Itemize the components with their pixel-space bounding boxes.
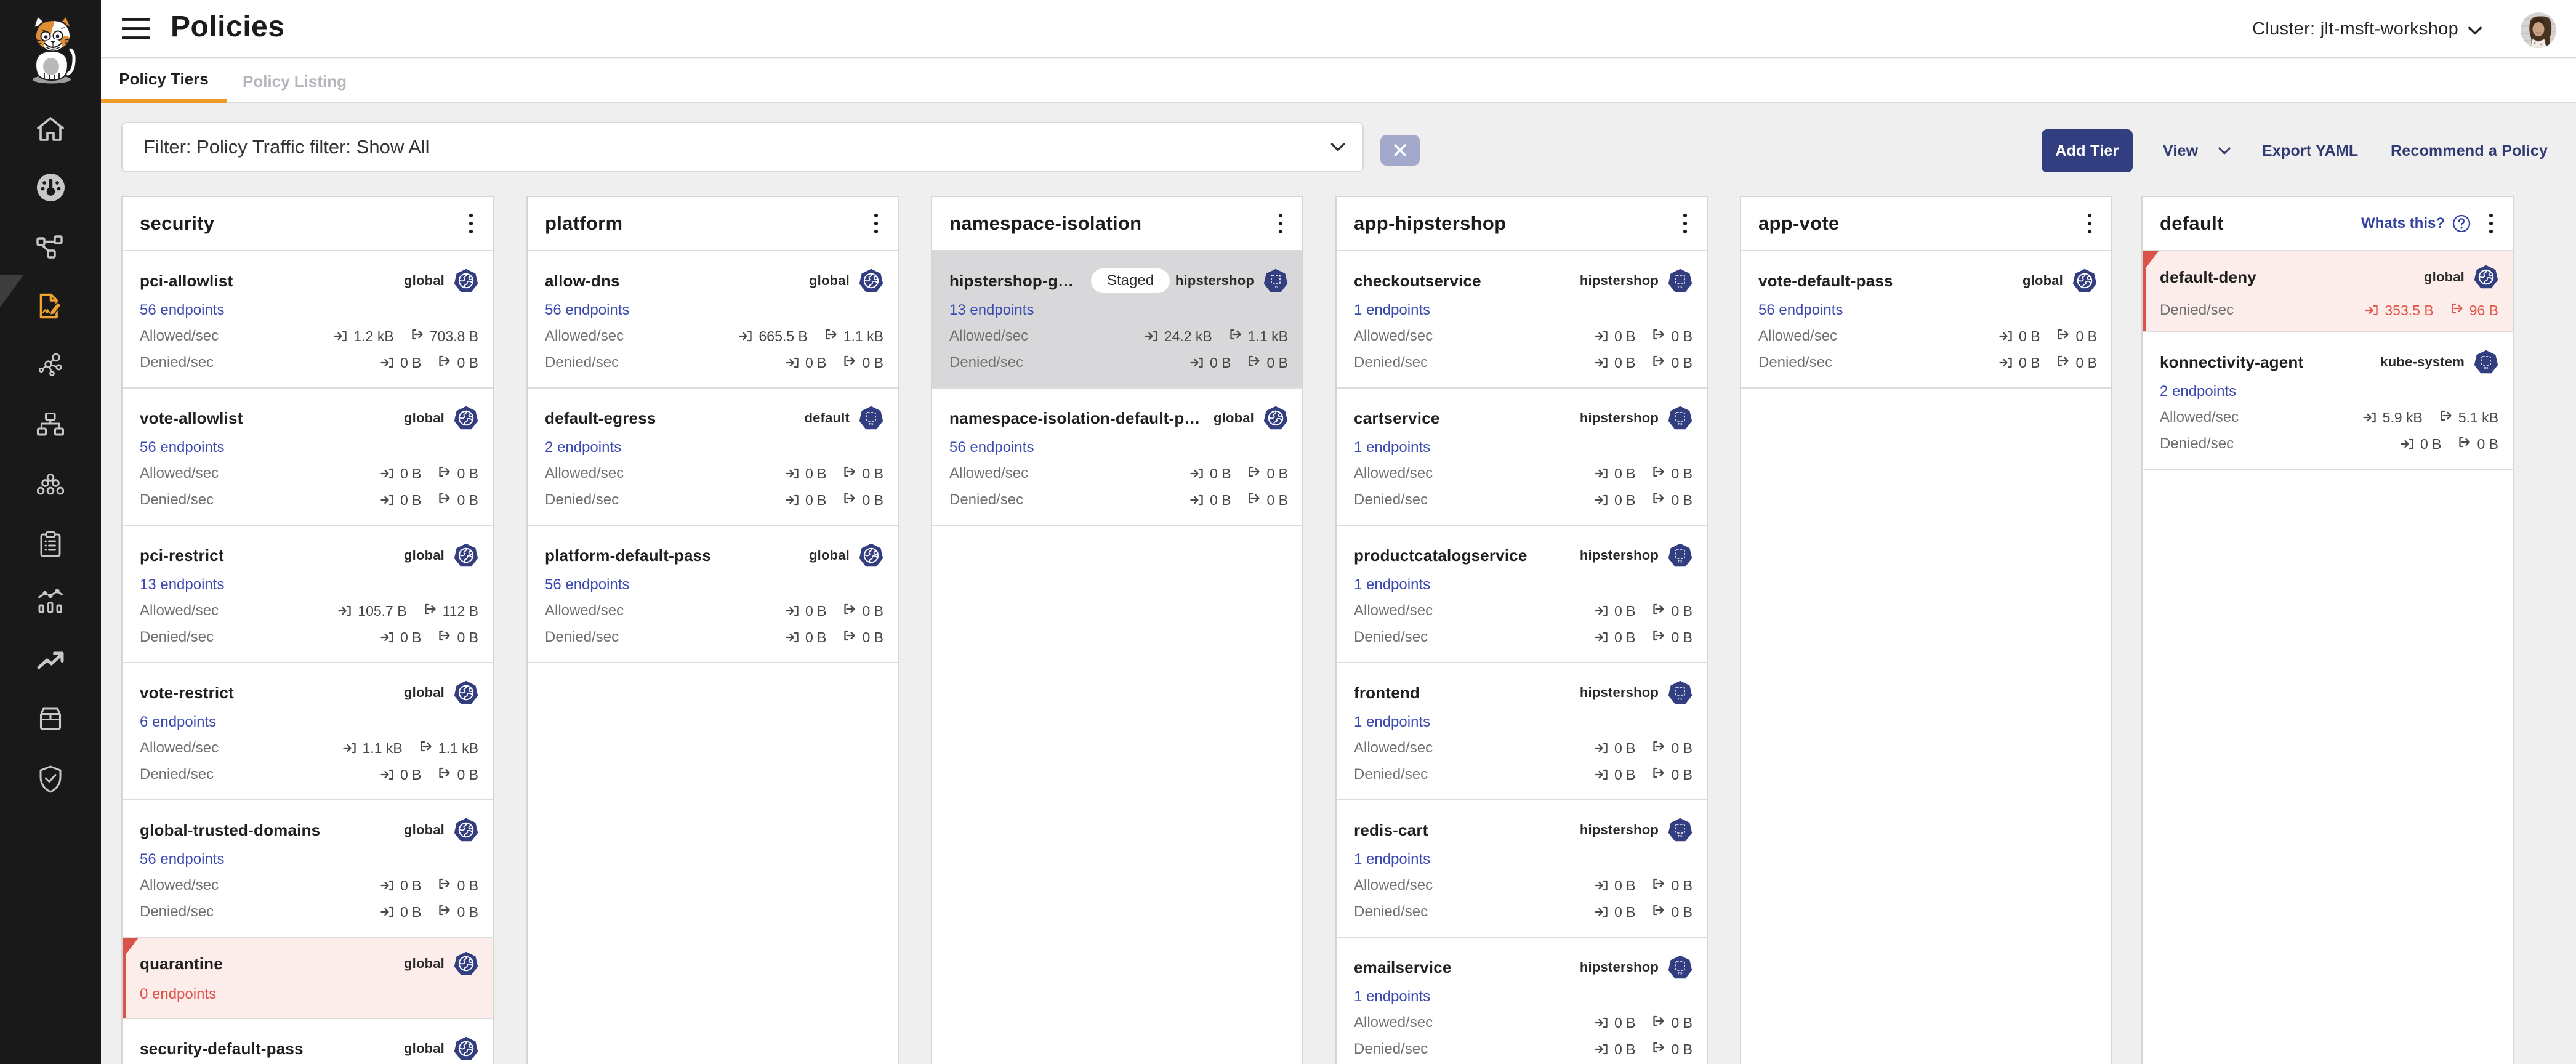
svg-text:ns: ns xyxy=(1678,285,1683,289)
svg-text:ns: ns xyxy=(1678,560,1683,564)
svg-text:ns: ns xyxy=(1678,834,1683,839)
svg-text:ns: ns xyxy=(1678,422,1683,427)
svg-text:ns: ns xyxy=(1274,285,1279,289)
svg-text:ns: ns xyxy=(1678,972,1683,976)
svg-text:ns: ns xyxy=(1678,697,1683,701)
svg-text:ns: ns xyxy=(2484,366,2489,371)
svg-text:ns: ns xyxy=(869,422,874,427)
